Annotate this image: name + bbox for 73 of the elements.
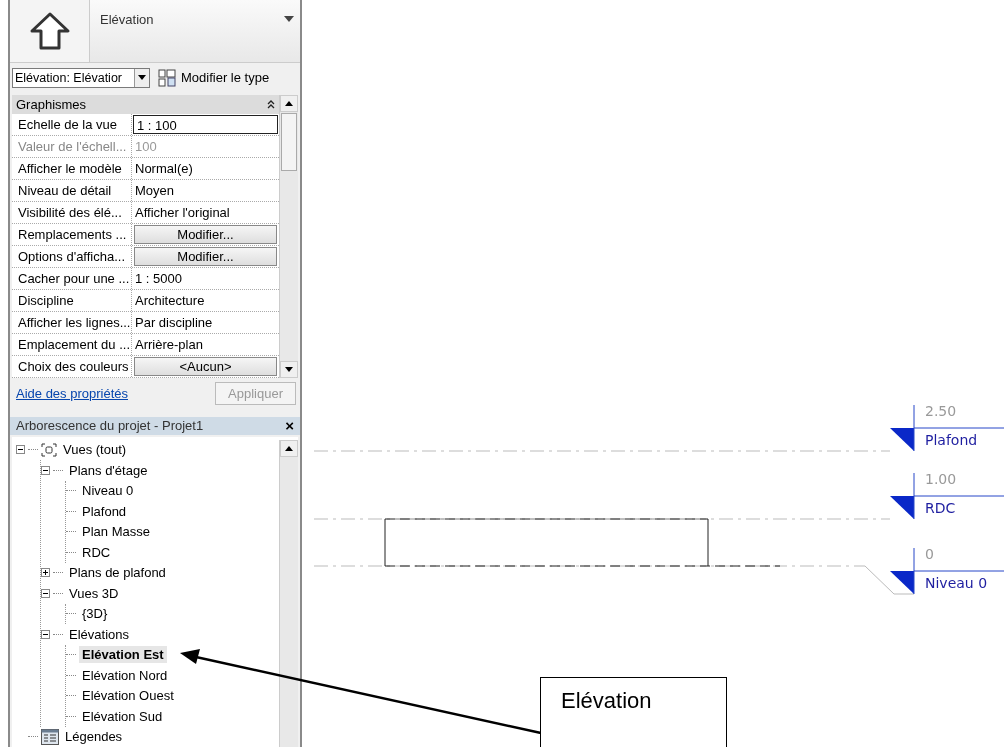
- property-label: Choix des couleurs: [12, 355, 132, 377]
- views-icon: [41, 442, 57, 457]
- tree-item[interactable]: Plans de plafond: [66, 564, 169, 582]
- type-properties-icon: [158, 68, 176, 87]
- tree-item[interactable]: Légendes: [62, 728, 126, 746]
- property-value-button[interactable]: Modifier...: [134, 246, 277, 266]
- property-value: Afficher l'original: [134, 203, 231, 222]
- property-label: Discipline: [12, 289, 132, 311]
- property-label: Emplacement du ...: [12, 333, 132, 355]
- property-value: Moyen: [134, 181, 176, 200]
- dropdown-arrow-icon: [138, 75, 146, 81]
- collapse-chevron-icon[interactable]: [267, 99, 275, 109]
- type-name: Elévation: [99, 11, 155, 29]
- property-label: Afficher les lignes...: [12, 311, 132, 333]
- property-value: Arrière-plan: [134, 335, 204, 354]
- tree-item[interactable]: {3D}: [79, 605, 111, 623]
- tree-item[interactable]: RDC: [79, 543, 114, 561]
- property-label: Niveau de détail: [12, 179, 132, 201]
- scrollbar[interactable]: [279, 439, 298, 747]
- level-marker-icon: [890, 404, 1004, 452]
- collapse-toggle-icon[interactable]: [41, 465, 50, 475]
- collapse-toggle-icon[interactable]: [16, 445, 25, 455]
- property-label: Echelle de la vue: [12, 113, 132, 135]
- property-value-button[interactable]: Modifier...: [134, 224, 277, 244]
- tree-item[interactable]: Plans d'étage: [66, 461, 151, 479]
- collapse-toggle-icon[interactable]: [41, 588, 50, 598]
- tree-item[interactable]: Elévations: [66, 625, 132, 643]
- property-label: Options d'afficha...: [12, 245, 132, 267]
- expand-toggle-icon[interactable]: [41, 568, 50, 578]
- scroll-up-icon: [285, 100, 293, 106]
- edit-type-button[interactable]: Modifier le type: [156, 68, 272, 87]
- callout-label: Elévation: [540, 677, 727, 747]
- level-elevation: 2.50: [925, 403, 957, 419]
- scroll-thumb[interactable]: [281, 112, 297, 171]
- property-value: 100: [134, 137, 158, 156]
- property-label: Remplacements ...: [12, 223, 132, 245]
- tree-item[interactable]: Niveau 0: [79, 482, 137, 500]
- tree-item[interactable]: Elévation Est: [79, 646, 167, 664]
- property-label: Valeur de l'échell...: [12, 135, 132, 157]
- tree-item[interactable]: Elévation Sud: [79, 707, 166, 725]
- tree-item[interactable]: Plafond: [79, 502, 130, 520]
- property-value: Normal(e): [134, 159, 194, 178]
- property-value: Par discipline: [134, 313, 214, 332]
- property-label: Cacher pour une ...: [12, 267, 132, 289]
- level-elevation: 0: [925, 546, 934, 562]
- tree-item[interactable]: Vues 3D: [66, 584, 122, 602]
- property-value-button[interactable]: <Aucun>: [134, 356, 277, 376]
- level-marker-icon: [890, 547, 1004, 595]
- tree-item[interactable]: Elévation Ouest: [79, 687, 177, 705]
- view-type-combo[interactable]: Elévation: Elévatior: [12, 67, 150, 88]
- level-name: Plafond: [925, 432, 978, 448]
- collapse-toggle-icon[interactable]: [41, 629, 50, 639]
- help-link[interactable]: Aide des propriétés: [16, 385, 128, 401]
- tree-item[interactable]: Plan Masse: [79, 523, 153, 541]
- close-button[interactable]: ×: [285, 417, 294, 435]
- scroll-down-icon: [285, 366, 293, 372]
- property-value: Architecture: [134, 291, 206, 310]
- panel-title: Arborescence du projet - Projet1: [16, 418, 204, 434]
- property-label: Visibilité des élé...: [12, 201, 132, 223]
- group-header: Graphismes: [16, 96, 87, 112]
- property-value-field[interactable]: 1 : 100: [133, 114, 278, 134]
- dropdown-arrow-icon[interactable]: [284, 16, 294, 22]
- legend-icon: [41, 728, 59, 745]
- scroll-up-icon: [285, 445, 293, 451]
- level-marker-icon: [890, 472, 1004, 520]
- tree-item[interactable]: Elévation Nord: [79, 666, 171, 684]
- level-name: Niveau 0: [925, 575, 988, 591]
- tree-item[interactable]: Vues (tout): [60, 441, 130, 459]
- property-label: Afficher le modèle: [12, 157, 132, 179]
- property-value: 1 : 5000: [134, 269, 183, 288]
- scrollbar[interactable]: [279, 94, 298, 378]
- level-name: RDC: [925, 500, 956, 516]
- level-elevation: 1.00: [925, 471, 957, 487]
